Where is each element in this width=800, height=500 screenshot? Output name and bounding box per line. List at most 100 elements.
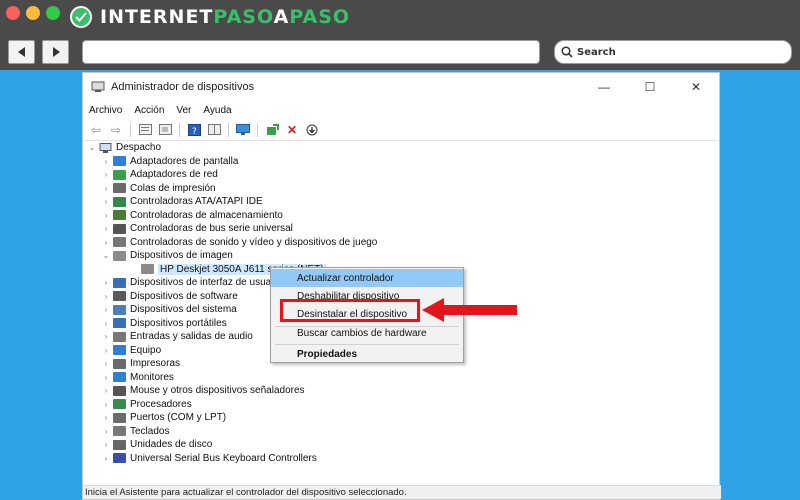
tree-category[interactable]: › Equipo xyxy=(101,344,161,357)
menu-accion[interactable]: Acción xyxy=(134,105,164,116)
tree-category[interactable]: › Unidades de disco xyxy=(101,438,213,451)
collapse-caret-icon[interactable]: › xyxy=(101,332,111,341)
device-category-icon xyxy=(113,399,126,409)
tree-category[interactable]: › Colas de impresión xyxy=(101,182,216,195)
device-category-icon xyxy=(113,426,126,436)
tree-category[interactable]: › Controladoras ATA/ATAPI IDE xyxy=(101,195,263,208)
tree-category[interactable]: › Controladoras de sonido y vídeo y dispo… xyxy=(101,236,378,249)
collapse-caret-icon[interactable]: › xyxy=(101,211,111,220)
device-category-icon xyxy=(113,250,126,261)
tree-item-label: Impresoras xyxy=(130,358,181,369)
tree-category[interactable]: › Dispositivos de software xyxy=(101,290,238,303)
collapse-caret-icon[interactable]: › xyxy=(101,292,111,301)
forward-arrow-icon xyxy=(52,47,60,57)
menu-archivo[interactable]: Archivo xyxy=(89,105,122,116)
collapse-caret-icon[interactable]: › xyxy=(101,400,111,409)
menu-ver[interactable]: Ver xyxy=(176,105,191,116)
tree-item-label: Mouse y otros dispositivos señaladores xyxy=(130,385,305,396)
tree-category[interactable]: › Universal Serial Bus Keyboard Controlle… xyxy=(101,452,317,465)
download-icon[interactable] xyxy=(303,122,321,138)
help-icon[interactable]: ? xyxy=(185,122,203,138)
tree-category[interactable]: › Dispositivos portátiles xyxy=(101,317,227,330)
device-category-icon xyxy=(113,223,126,234)
forward-toolbar-icon[interactable]: ⇨ xyxy=(107,122,125,138)
update-driver-icon[interactable] xyxy=(263,122,281,138)
toolbar: ⇦ ⇨ ? ✕ xyxy=(83,119,719,141)
tree-category[interactable]: › Mouse y otros dispositivos señaladores xyxy=(101,384,305,397)
menu-item-scan-hardware[interactable]: Buscar cambios de hardware xyxy=(271,324,463,342)
device-category-icon xyxy=(113,237,126,247)
minimize-button[interactable]: — xyxy=(581,73,627,101)
tree-item-label: Equipo xyxy=(130,344,162,356)
collapse-caret-icon[interactable]: › xyxy=(101,184,111,193)
device-category-icon xyxy=(113,453,126,463)
device-category-icon xyxy=(113,304,126,315)
collapse-caret-icon[interactable]: › xyxy=(101,386,111,395)
device-category-icon xyxy=(141,264,154,274)
collapse-caret-icon[interactable]: › xyxy=(101,454,111,463)
forward-button[interactable] xyxy=(42,40,69,64)
maximize-button[interactable]: ☐ xyxy=(627,73,673,101)
collapse-caret-icon[interactable]: › xyxy=(101,359,111,368)
tree-category[interactable]: › Controladoras de bus serie universal xyxy=(101,222,293,235)
collapse-caret-icon[interactable]: › xyxy=(101,373,111,382)
back-toolbar-icon[interactable]: ⇦ xyxy=(87,122,105,138)
collapse-caret-icon[interactable]: › xyxy=(101,224,111,233)
tree-category[interactable]: › Puertos (COM y LPT) xyxy=(101,411,226,424)
tree-category[interactable]: › Dispositivos de interfaz de usuario xyxy=(101,276,283,289)
monitor-icon[interactable] xyxy=(234,122,252,138)
collapse-caret-icon[interactable]: › xyxy=(101,413,111,422)
tree-category[interactable]: › Procesadores xyxy=(101,398,192,411)
tree-category[interactable]: › Controladoras de almacenamiento xyxy=(101,209,283,222)
tree-item-label: Controladoras de almacenamiento xyxy=(130,209,283,221)
menu-bar: Archivo Acción Ver Ayuda xyxy=(83,101,719,119)
collapse-caret-icon[interactable]: › xyxy=(101,197,111,206)
collapse-caret-icon[interactable]: › xyxy=(101,305,111,314)
collapse-caret-icon[interactable]: › xyxy=(101,319,111,328)
site-logo[interactable]: INTERNETPASOAPASO xyxy=(70,4,350,30)
back-button[interactable] xyxy=(8,40,35,64)
url-bar[interactable] xyxy=(82,40,540,64)
close-dot[interactable] xyxy=(6,6,20,20)
menu-item-properties[interactable]: Propiedades xyxy=(271,345,463,363)
close-button[interactable]: ✕ xyxy=(673,73,719,101)
uninstall-icon[interactable]: ✕ xyxy=(283,122,301,138)
panel-icon[interactable] xyxy=(205,122,223,138)
collapse-caret-icon[interactable]: › xyxy=(101,427,111,436)
tree-category[interactable]: › Entradas y salidas de audio xyxy=(101,330,253,343)
tree-category[interactable]: › Teclados xyxy=(101,425,170,438)
minimize-dot[interactable] xyxy=(26,6,40,20)
tree-item-label: Colas de impresión xyxy=(130,182,216,194)
view-icon[interactable] xyxy=(136,122,154,138)
tree-item-label: Dispositivos de interfaz de usuario xyxy=(130,277,283,288)
tree-category[interactable]: › Impresoras xyxy=(101,357,180,370)
collapse-caret-icon[interactable]: › xyxy=(101,238,111,247)
tree-item-label: Puertos (COM y LPT) xyxy=(130,412,227,423)
menu-ayuda[interactable]: Ayuda xyxy=(203,105,231,116)
collapse-caret-icon[interactable]: › xyxy=(101,346,111,355)
tree-item-label: Dispositivos del sistema xyxy=(130,304,237,315)
tree-category[interactable]: ⌄ Dispositivos de imagen xyxy=(101,249,233,262)
collapse-caret-icon[interactable]: › xyxy=(101,278,111,287)
properties-icon[interactable] xyxy=(156,122,174,138)
device-category-icon xyxy=(113,331,126,342)
collapse-caret-icon[interactable]: › xyxy=(101,440,111,449)
status-bar: Inicia el Asistente para actualizar el c… xyxy=(83,485,721,499)
menu-item-update-driver[interactable]: Actualizar controlador xyxy=(271,269,463,287)
tree-item-label: Adaptadores de red xyxy=(130,169,218,180)
expand-caret-icon[interactable]: ⌄ xyxy=(101,251,111,260)
search-input[interactable]: Search xyxy=(554,40,792,64)
tree-item-label: Procesadores xyxy=(130,398,192,410)
tree-category[interactable]: › Adaptadores de pantalla xyxy=(101,155,239,168)
tree-category[interactable]: › Adaptadores de red xyxy=(101,168,218,181)
device-category-icon xyxy=(113,385,126,396)
collapse-caret-icon[interactable]: › xyxy=(101,170,111,179)
tree-item-label: Controladoras de bus serie universal xyxy=(130,223,293,234)
tree-category[interactable]: › Monitores xyxy=(101,371,174,384)
maximize-dot[interactable] xyxy=(46,6,60,20)
device-category-icon xyxy=(113,439,126,450)
tree-category[interactable]: › Dispositivos del sistema xyxy=(101,303,237,316)
collapse-caret-icon[interactable]: › xyxy=(101,157,111,166)
status-text: Inicia el Asistente para actualizar el c… xyxy=(85,487,407,498)
tree-root[interactable]: ⌄ Despacho xyxy=(87,141,161,154)
